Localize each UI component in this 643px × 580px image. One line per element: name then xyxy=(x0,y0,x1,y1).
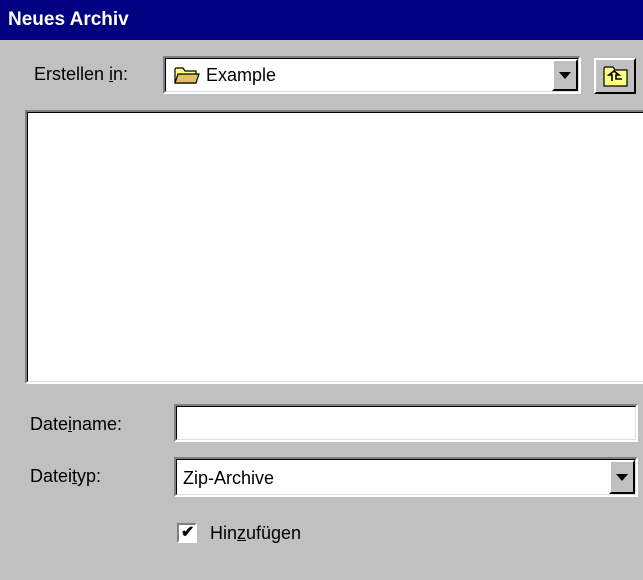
checkmark-icon: ✔ xyxy=(181,524,195,541)
filename-label: Dateiname: xyxy=(30,414,123,434)
new-archive-dialog: Neues Archiv Erstellen in: Example Datei… xyxy=(0,0,643,580)
dialog-title: Neues Archiv xyxy=(0,0,643,40)
filetype-label: Dateityp: xyxy=(30,466,102,486)
chevron-down-icon xyxy=(616,474,628,481)
chevron-down-icon xyxy=(559,72,571,79)
location-dropdown-button[interactable] xyxy=(552,59,578,91)
filetype-value: Zip-Archive xyxy=(183,468,275,488)
filetype-dropdown-button[interactable] xyxy=(609,460,635,494)
filename-field[interactable] xyxy=(174,404,638,442)
up-one-level-icon xyxy=(603,65,629,87)
location-combobox[interactable]: Example xyxy=(163,56,581,94)
location-value: Example xyxy=(206,65,277,85)
add-label[interactable]: Hinzufügen xyxy=(210,523,301,544)
file-list[interactable] xyxy=(25,110,643,384)
filetype-combobox[interactable]: Zip-Archive xyxy=(174,457,638,497)
location-label: Erstellen in: xyxy=(34,64,129,84)
up-one-level-button[interactable] xyxy=(594,58,636,94)
add-checkbox[interactable]: ✔ xyxy=(177,523,197,543)
folder-icon xyxy=(174,65,200,85)
